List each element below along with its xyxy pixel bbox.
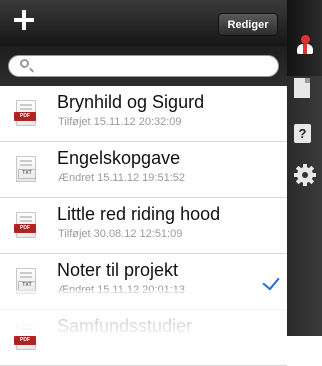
help-icon[interactable]: ? (294, 124, 311, 143)
item-title: Noter til projekt (57, 260, 179, 280)
item-title: Samfundsstudier (57, 316, 193, 336)
plus-icon[interactable] (12, 8, 36, 32)
item-title: Engelskopgave (57, 148, 181, 168)
item-subtitle: Ændret 15.11.12 19:51:52 (58, 172, 186, 184)
list-item[interactable]: PDF Brynhild og Sigurd Tilføjet 15.11.12… (0, 86, 287, 142)
list-item[interactable]: TXT Engelskopgave Ændret 15.11.12 19:51:… (0, 142, 287, 198)
search-input[interactable] (8, 55, 279, 77)
gear-icon[interactable] (294, 164, 316, 186)
pdf-file-icon: PDF (14, 212, 36, 238)
list-item[interactable]: PDF Little red riding hood Tilføjet 30.0… (0, 198, 287, 254)
person-icon[interactable] (294, 35, 316, 59)
item-title: Brynhild og Sigurd (57, 92, 205, 112)
item-subtitle: Tilføjet 15.11.12 20:32:09 (58, 116, 182, 128)
txt-file-icon: TXT (16, 156, 36, 182)
pdf-file-icon: PDF (14, 324, 36, 350)
checkmark-icon (262, 272, 280, 291)
item-subtitle: Ændret 15.11.12 20:01:13 (58, 284, 186, 296)
file-icon[interactable] (294, 78, 310, 98)
top-toolbar: Rediger (0, 0, 287, 46)
list-item[interactable]: PDF Samfundsstudier (0, 310, 287, 366)
edit-button[interactable]: Rediger (218, 13, 278, 36)
pdf-file-icon: PDF (14, 100, 36, 126)
search-bar (0, 46, 287, 86)
sidebar: ? (287, 0, 322, 336)
item-subtitle: Tilføjet 30.08.12 12:51:09 (58, 228, 183, 240)
document-list: PDF Brynhild og Sigurd Tilføjet 15.11.12… (0, 86, 287, 366)
txt-file-icon: TXT (16, 268, 36, 294)
item-title: Little red riding hood (57, 204, 221, 224)
list-item-selected[interactable]: TXT Noter til projekt Ændret 15.11.12 20… (0, 254, 287, 310)
search-icon (20, 59, 29, 68)
